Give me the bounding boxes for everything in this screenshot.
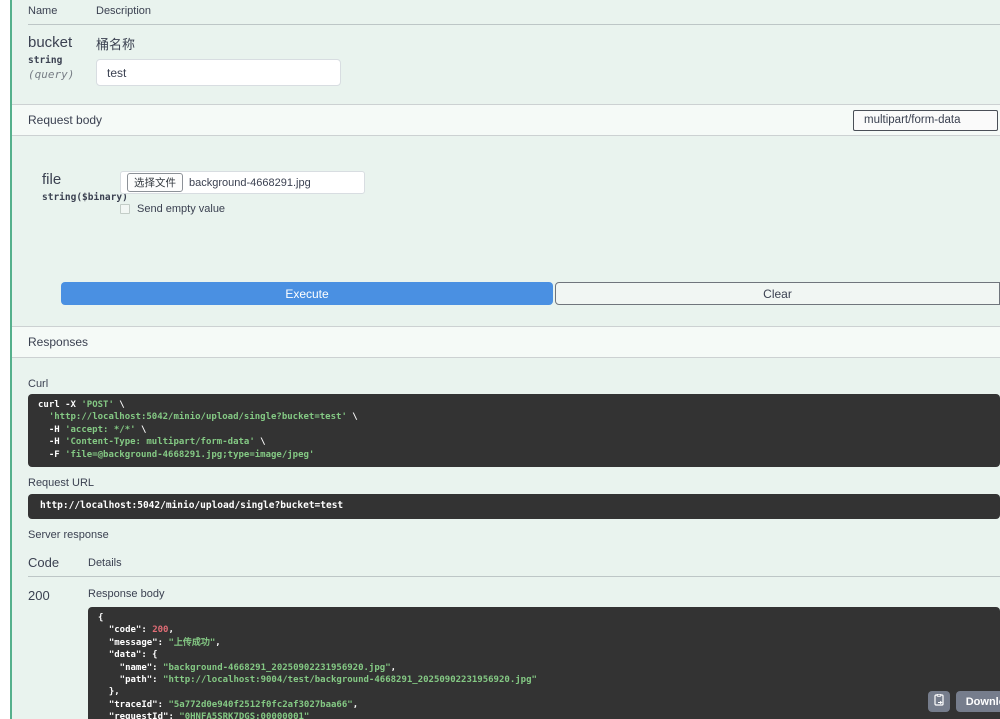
execute-button[interactable]: Execute [61,282,553,305]
request-url-label: Request URL [28,477,95,490]
clear-button[interactable]: Clear [555,282,1000,305]
curl-command-block: curl -X 'POST' \ 'http://localhost:5042/… [28,394,1000,468]
server-response-label: Server response [28,529,109,542]
responses-section: Curl curl -X 'POST' \ 'http://localhost:… [12,378,1000,719]
file-parameter-controls: 选择文件 background-4668291.jpg Send empty v… [120,171,1000,215]
request-url-block: http://localhost:5042/minio/upload/singl… [28,494,1000,520]
response-row: 200 Response body { "code": 200, "messag… [28,577,1000,719]
download-button[interactable]: Download [956,691,1000,712]
bucket-input[interactable]: test [96,59,341,86]
file-parameter-name-cell: file string($binary) [42,171,128,215]
chosen-file-name: background-4668291.jpg [189,176,311,189]
responses-title: Responses [28,335,89,349]
send-empty-value-checkbox[interactable] [120,204,130,214]
parameter-name-cell: bucket string (query) [28,34,96,86]
request-url-value: http://localhost:5042/minio/upload/singl… [40,500,344,512]
choose-file-button[interactable]: 选择文件 [127,173,183,192]
status-code: 200 [28,588,50,604]
file-parameter-type: string($binary) [42,192,128,203]
parameters-description-header: Description [96,5,152,17]
copy-response-button[interactable] [928,691,950,712]
request-body-section: file string($binary) 选择文件 background-466… [12,136,1000,305]
file-parameter-row: file string($binary) 选择文件 background-466… [42,171,1000,215]
responses-header: Responses [12,326,1000,358]
parameter-row: bucket string (query) 桶名称 test [28,25,1000,104]
request-body-title: Request body [28,113,103,127]
response-body-label: Response body [88,588,165,601]
request-body-header: Request body multipart/form-data [12,104,1000,136]
send-empty-value-label: Send empty value [137,203,226,215]
response-details-cell: Response body { "code": 200, "message": … [88,588,1000,719]
parameter-type: string [28,55,63,66]
parameters-table-header: Name Description [28,0,1000,25]
code-column-header: Code [28,555,60,571]
send-empty-value-row: Send empty value [120,203,1000,215]
response-body-block: { "code": 200, "message": "上传成功", "data"… [88,607,1000,719]
content-type-select[interactable]: multipart/form-data [853,109,998,131]
parameter-location: (query) [28,68,75,81]
parameters-section: Name Description bucket string (query) 桶… [12,0,1000,104]
response-table-header: Code Details [28,555,1000,578]
action-buttons-row: Execute Clear [61,282,1000,305]
parameter-name: bucket [28,34,73,51]
clipboard-icon [933,693,945,710]
file-parameter-name: file [42,171,62,188]
post-operation-block: Name Description bucket string (query) 桶… [10,0,1000,719]
parameter-description-cell: 桶名称 test [96,34,341,86]
parameters-name-header: Name [28,5,58,17]
details-column-header: Details [88,557,122,570]
parameter-description: 桶名称 [96,37,136,52]
curl-label: Curl [28,378,49,390]
file-input[interactable]: 选择文件 background-4668291.jpg [120,171,365,194]
